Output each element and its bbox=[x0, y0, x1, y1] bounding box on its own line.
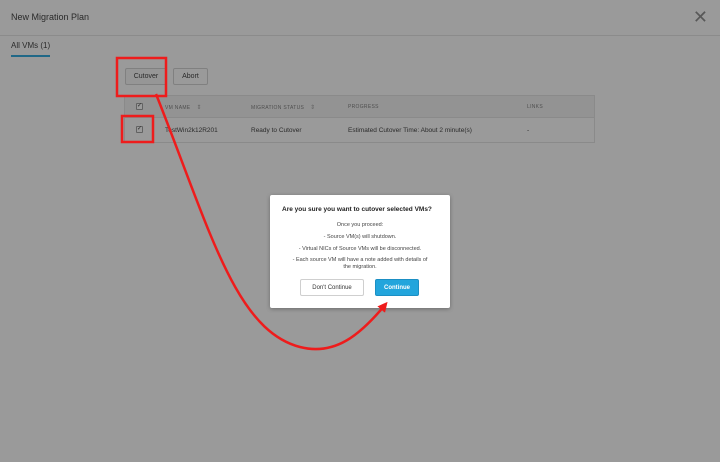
dialog-title: Are you sure you want to cutover selecte… bbox=[282, 206, 432, 213]
dont-continue-button[interactable]: Don't Continue bbox=[300, 279, 364, 296]
continue-button[interactable]: Continue bbox=[375, 279, 419, 296]
cutover-confirm-dialog: Are you sure you want to cutover selecte… bbox=[270, 195, 450, 308]
dialog-body: Once you proceed: - Source VM(s) will sh… bbox=[278, 221, 442, 271]
dialog-intro: Once you proceed: bbox=[336, 222, 384, 228]
dialog-bullet: - Each source VM will have a note added … bbox=[292, 257, 428, 270]
dialog-bullet: - Virtual NICs of Source VMs will be dis… bbox=[298, 246, 422, 252]
dialog-bullet: - Source VM(s) will shutdown. bbox=[323, 234, 397, 240]
